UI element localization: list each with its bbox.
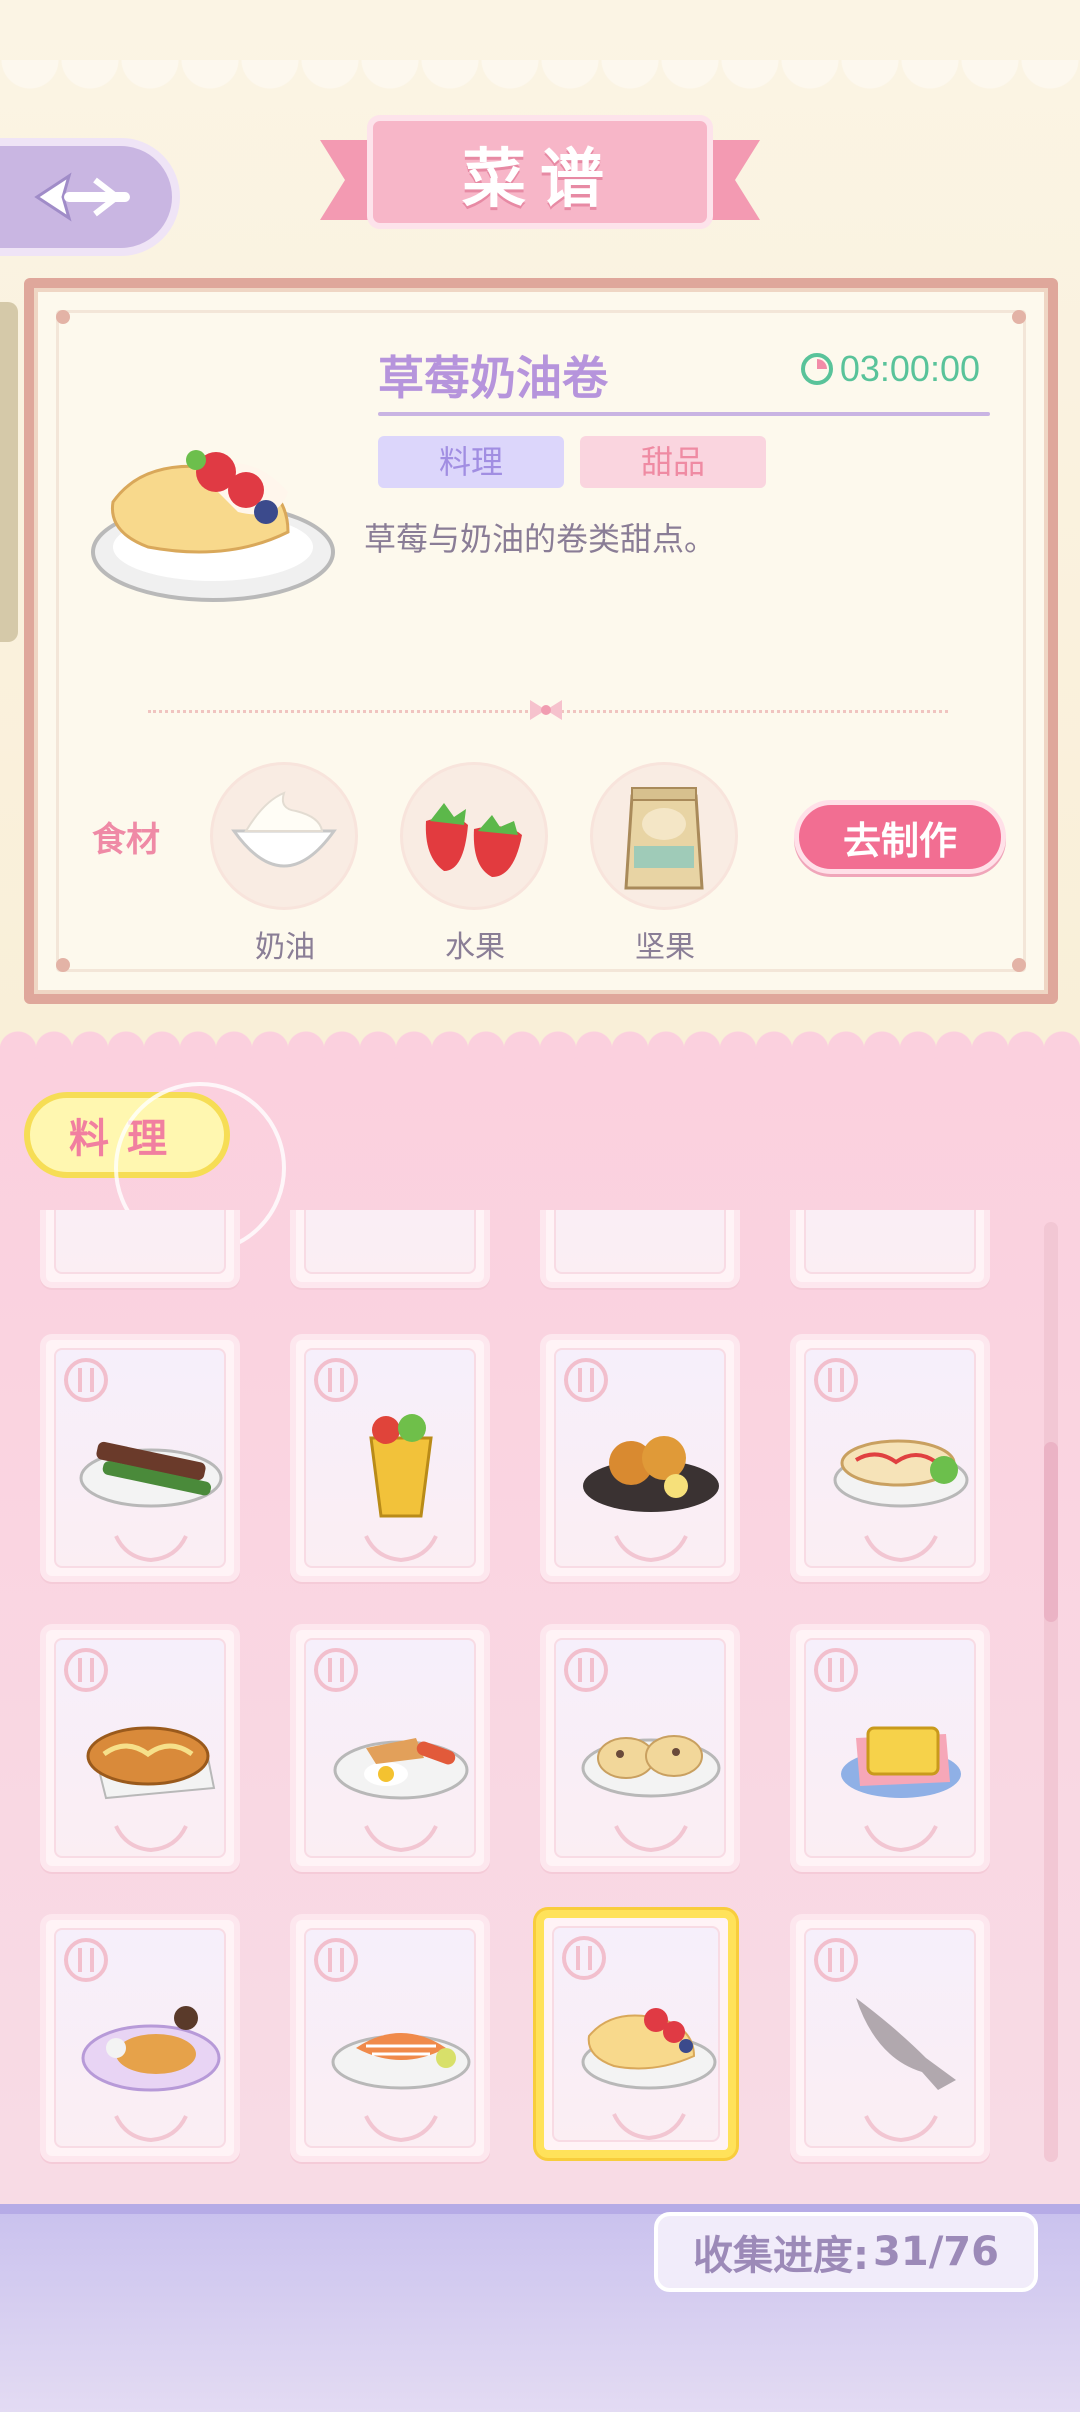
corner-dot [56,310,70,324]
fried-chicken-icon [583,1436,719,1512]
fork-spoon-icon [64,1648,108,1692]
recipe-tile-wrap[interactable] [290,1334,490,1582]
side-tab [0,302,18,642]
recipe-tile-toast[interactable] [790,1624,990,1872]
clock-icon [800,353,833,385]
strawberry-icon [425,803,522,877]
breakfast-plate-icon [333,1738,469,1800]
recipe-tile-salmon[interactable] [290,1914,490,2162]
back-button[interactable] [0,138,180,256]
ingredients-label: 食材 [92,820,160,860]
nuts-bag-icon [624,787,704,890]
recipe-tile-kebab[interactable] [40,1334,240,1582]
fork-spoon-icon [314,1648,358,1692]
progress-label: 收集进度: [693,2233,870,2279]
ingredient-fruit[interactable]: 水果 [400,762,550,966]
make-button[interactable]: 去制作 [794,800,1006,874]
ingredient-cream[interactable]: 奶油 [210,762,360,966]
laurel-icon [364,1535,438,1563]
recipe-tile-breakfast-plate[interactable] [290,1624,490,1872]
page-title: 菜谱 [462,143,618,217]
recipe-tile[interactable] [40,1210,240,1288]
cookies-icon [581,1735,721,1798]
toast-icon [841,1726,961,1798]
kebab-icon [79,1441,223,1508]
fork-spoon-icon [314,1358,358,1402]
recipe-grid [0,1210,1080,2210]
fork-spoon-icon [564,1648,608,1692]
fork-spoon-icon [64,1938,108,1982]
tag-dessert: 甜品 [580,436,766,488]
strawberry-cream-roll-icon [581,2008,717,2090]
bow-icon [530,700,562,720]
ingredient-name: 奶油 [255,930,315,965]
laurel-icon [364,1825,438,1853]
cook-timer: 03:00:00 [800,348,980,390]
strawberry-cream-roll-icon [91,450,335,602]
recipe-tile-hotdog[interactable] [40,1624,240,1872]
scroll-thumb[interactable] [1044,1442,1058,1622]
fork-spoon-icon [564,1358,608,1402]
laurel-icon [114,1535,188,1563]
wrap-icon [369,1414,433,1518]
salmon-sashimi-icon [331,2033,471,2090]
fork-spoon-icon [64,1358,108,1402]
corner-dot [1012,958,1026,972]
locked-fish-silhouette-icon [856,1998,956,2090]
scrollbar[interactable] [1044,1222,1058,2162]
laurel-icon [114,2115,188,2143]
tag-cooking: 料理 [378,436,564,488]
recipe-tile[interactable] [790,1210,990,1288]
fork-spoon-icon [814,1938,858,1982]
recipe-tile[interactable] [540,1210,740,1288]
cream-icon [231,791,337,868]
hotdog-bun-icon [86,1726,216,1800]
recipe-tile[interactable] [290,1210,490,1288]
progress-value: 31/76 [873,2229,999,2275]
recipe-tile-fried-platter[interactable] [40,1914,240,2162]
fork-spoon-icon [814,1648,858,1692]
fork-spoon-icon [562,1936,606,1980]
ingredient-name: 坚果 [635,930,695,965]
name-underline [378,412,990,416]
laurel-icon [114,1825,188,1853]
back-arrow-icon [34,172,130,222]
recipe-tile-locked-fish[interactable] [790,1914,990,2162]
laurel-icon [364,2115,438,2143]
laurel-icon [614,1825,688,1853]
fried-platter-icon [81,2006,221,2092]
corner-dot [56,958,70,972]
laurel-icon [864,1535,938,1563]
timer-text: 03:00:00 [839,348,980,389]
laurel-icon [864,1825,938,1853]
ingredient-name: 水果 [445,930,505,965]
title-banner: 菜谱 [310,110,770,240]
recipe-detail-card: 草莓奶油卷 03:00:00 料理 甜品 草莓与奶油的卷类甜点。 食材 奶油 水… [24,278,1058,1004]
corner-dot [1012,310,1026,324]
recipe-tile-cookies[interactable] [540,1624,740,1872]
laurel-icon [614,1535,688,1563]
collection-progress: 收集进度: 31/76 [654,2212,1038,2292]
recipe-description: 草莓与奶油的卷类甜点。 [364,520,717,558]
burrito-icon [833,1439,969,1508]
recipe-tile-fried-chicken[interactable] [540,1334,740,1582]
fork-spoon-icon [314,1938,358,1982]
scallop-decoration [0,1030,1080,1070]
laurel-icon [864,2115,938,2143]
recipe-tile-strawberry-cream-roll[interactable] [536,1910,736,2158]
ingredient-nuts[interactable]: 坚果 [590,762,740,966]
recipe-name: 草莓奶油卷 [378,351,608,405]
fork-spoon-icon [814,1358,858,1402]
recipe-tile-burrito[interactable] [790,1334,990,1582]
laurel-icon [612,2113,686,2141]
